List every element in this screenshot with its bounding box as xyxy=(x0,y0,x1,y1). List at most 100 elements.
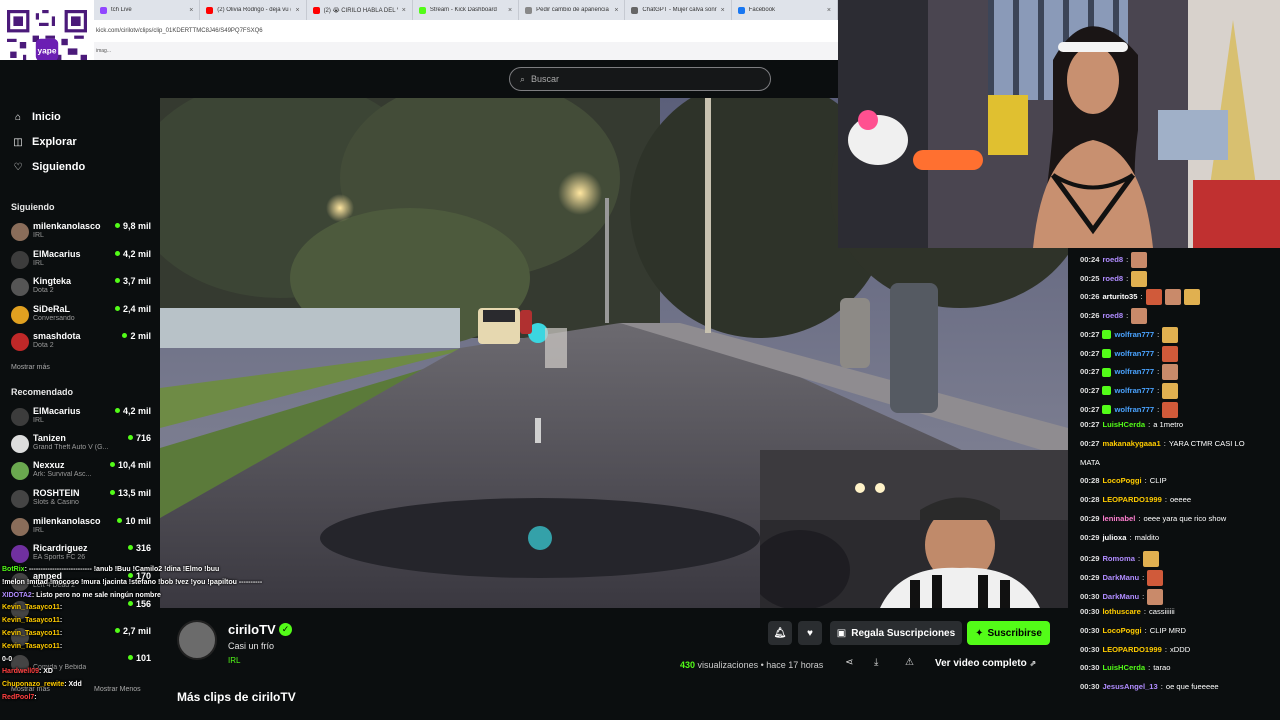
follow-heart-button[interactable]: ♥ xyxy=(798,621,822,645)
tab-close-icon[interactable]: × xyxy=(295,7,299,14)
browser-tab[interactable]: Pedir cambio de apariencia × xyxy=(519,0,626,20)
tab-close-icon[interactable]: × xyxy=(827,7,831,14)
chat-message: 00:30 LuisHCerda: tarao xyxy=(1080,663,1276,673)
subscribe-button[interactable]: ✦ Suscribirse xyxy=(967,621,1050,645)
sidebar-channel[interactable]: Nexxuz Ark: Survival Asc... 10,4 mil xyxy=(11,460,151,486)
overlay-chat-text: : xyxy=(59,604,63,612)
channel-avatar xyxy=(11,250,29,269)
chat-timestamp: 00:29 xyxy=(1080,513,1100,523)
chat-username[interactable]: LuisHCerda xyxy=(1102,420,1145,430)
download-icon[interactable]: ⤓ xyxy=(874,657,878,668)
overlay-chat-text: : xyxy=(59,617,63,625)
nav-label: Siguiendo xyxy=(32,161,86,173)
chat-text: tarao xyxy=(1153,663,1171,673)
chat-username[interactable]: wolfran777 xyxy=(1114,330,1154,340)
overlay-chat-user: Kevin_Tasayco11 xyxy=(2,617,60,625)
show-more-following[interactable]: Mostrar más xyxy=(11,364,50,371)
tab-close-icon[interactable]: × xyxy=(614,7,618,14)
chat-text: oeeee xyxy=(1169,495,1192,505)
chat-username[interactable]: JesusAngel_13 xyxy=(1102,682,1157,692)
chat-emote-icon xyxy=(1131,308,1148,325)
tab-close-icon[interactable]: × xyxy=(721,7,725,14)
channel-category: IRL xyxy=(33,417,44,424)
sidebar-channel[interactable]: ROSHTEIN Slots & Casino 13,5 mil xyxy=(11,488,151,514)
chat-username[interactable]: roed8 xyxy=(1102,255,1123,265)
viewer-count-value: 3,7 mil xyxy=(122,276,151,286)
chat-colon: : xyxy=(1163,439,1166,448)
notification-bell-button[interactable]: 🔔︎ xyxy=(768,621,792,645)
tab-close-icon[interactable]: × xyxy=(189,7,193,14)
chat-colon: : xyxy=(1164,495,1167,505)
search-input[interactable]: ⌕ Buscar xyxy=(509,67,771,91)
sidebar-channel[interactable]: Tanizen Grand Theft Auto V (G... 716 xyxy=(11,433,151,459)
chat-username[interactable]: LocoPoggi xyxy=(1102,476,1141,486)
chat-message: 00:26 arturito35: xyxy=(1080,289,1276,306)
bell-icon: 🔔︎ xyxy=(773,627,787,639)
chat-username[interactable]: wolfran777 xyxy=(1114,405,1154,415)
bookmark-item[interactable]: imag... xyxy=(96,48,111,54)
chat-emote-icon xyxy=(1162,326,1179,343)
report-icon[interactable]: ⚠ xyxy=(905,657,914,668)
chat-colon: : xyxy=(1140,292,1143,302)
streamer-name[interactable]: ciriloTV xyxy=(228,622,276,637)
chat-username[interactable]: wolfran777 xyxy=(1114,349,1154,359)
live-dot-icon xyxy=(114,305,120,311)
browser-tab[interactable]: tch Live × xyxy=(94,0,201,20)
nav-home[interactable]: ⌂ Inicio xyxy=(12,111,61,123)
heart-icon: ♡ xyxy=(13,161,23,173)
webcam-overlay xyxy=(838,0,1280,248)
url-text[interactable]: kick.com/cirilotv/clips/clip_01KDERTTMC8… xyxy=(96,28,263,34)
channel-avatar xyxy=(11,462,29,480)
chat-username[interactable]: arturito35 xyxy=(1102,292,1137,302)
chat-timestamp: 00:27 xyxy=(1080,348,1100,358)
sidebar-channel[interactable]: smashdota Dota 2 2 mil xyxy=(11,331,151,357)
chat-username[interactable]: leninabel xyxy=(1102,514,1135,524)
browser-tab[interactable]: Stream - Kick Dashboard × xyxy=(413,0,520,20)
chat-username[interactable]: lothuscare xyxy=(1102,607,1140,617)
viewer-count: 9,8 mil xyxy=(114,221,151,231)
browser-tab[interactable]: ChatGPT - Mujer calva sonrie × xyxy=(625,0,732,20)
chat-username[interactable]: LEOPARDO1999 xyxy=(1102,495,1161,505)
browser-tab[interactable]: Facebook × xyxy=(732,0,838,20)
sidebar-channel[interactable]: Kingteka Dota 2 3,7 mil xyxy=(11,276,151,302)
chat-username[interactable]: roed8 xyxy=(1102,311,1123,321)
chat-username[interactable]: makanakygaaa1 xyxy=(1102,439,1160,449)
browser-tab[interactable]: (2) 😭 CIRILO HABLA DEL VIA × xyxy=(307,0,413,20)
viewer-count-value: 4,2 mil xyxy=(122,406,151,416)
nav-compass[interactable]: ◫ Explorar xyxy=(12,136,76,148)
chat-username[interactable]: wolfran777 xyxy=(1114,386,1154,396)
tab-close-icon[interactable]: × xyxy=(402,7,406,14)
chat-username[interactable]: Romoma xyxy=(1102,554,1135,564)
nav-heart[interactable]: ♡ Siguiendo xyxy=(12,161,86,173)
gift-subs-button[interactable]: ▣ Regala Suscripciones xyxy=(830,621,962,645)
bookmarks-bar: imag... xyxy=(0,42,838,60)
subscriber-badge-icon xyxy=(1102,386,1112,396)
chat-text: a 1metro xyxy=(1153,420,1184,430)
chat-username[interactable]: DarkManu xyxy=(1102,573,1139,583)
sidebar-channel[interactable]: ElMacarius IRL 4,2 mil xyxy=(11,249,151,275)
address-bar[interactable]: kick.com/cirilotv/clips/clip_01KDERTTMC8… xyxy=(0,20,838,42)
streamer-avatar[interactable] xyxy=(177,620,217,660)
chat-emote-icon xyxy=(1143,551,1160,568)
sidebar-channel[interactable]: milenkanolasco IRL 10 mil xyxy=(11,516,151,542)
overlay-chat-line: Hardwell09: XD xyxy=(2,668,53,675)
sidebar-channel[interactable]: ElMacarius IRL 4,2 mil xyxy=(11,406,151,432)
tab-close-icon[interactable]: × xyxy=(508,7,512,14)
clip-category[interactable]: IRL xyxy=(228,656,240,665)
chat-username[interactable]: roed8 xyxy=(1102,274,1123,284)
chat-username[interactable]: LEOPARDO1999 xyxy=(1102,645,1161,655)
chat-username[interactable]: DarkManu xyxy=(1102,592,1139,602)
live-dot-icon xyxy=(114,223,120,228)
chat-username[interactable]: julioxa xyxy=(1102,533,1126,543)
browser-tab[interactable]: (2) Olivia Rodrigo - deja vu (O × xyxy=(200,0,307,20)
chat-colon: : xyxy=(1148,663,1151,673)
tab-favicon-icon xyxy=(206,6,214,14)
chat-username[interactable]: wolfran777 xyxy=(1114,367,1154,377)
chat-message: 00:27 wolfran777: xyxy=(1080,364,1276,381)
full-video-link[interactable]: Ver video completo ⇗ xyxy=(935,658,1036,669)
chat-username[interactable]: LocoPoggi xyxy=(1102,626,1141,636)
sidebar-channel[interactable]: milenkanolasco IRL 9,8 mil xyxy=(11,221,151,247)
share-icon[interactable]: ⋖ xyxy=(845,657,853,668)
chat-username[interactable]: LuisHCerda xyxy=(1102,663,1145,673)
sidebar-channel[interactable]: SiDeRaL Conversando 2,4 mil xyxy=(11,304,151,330)
